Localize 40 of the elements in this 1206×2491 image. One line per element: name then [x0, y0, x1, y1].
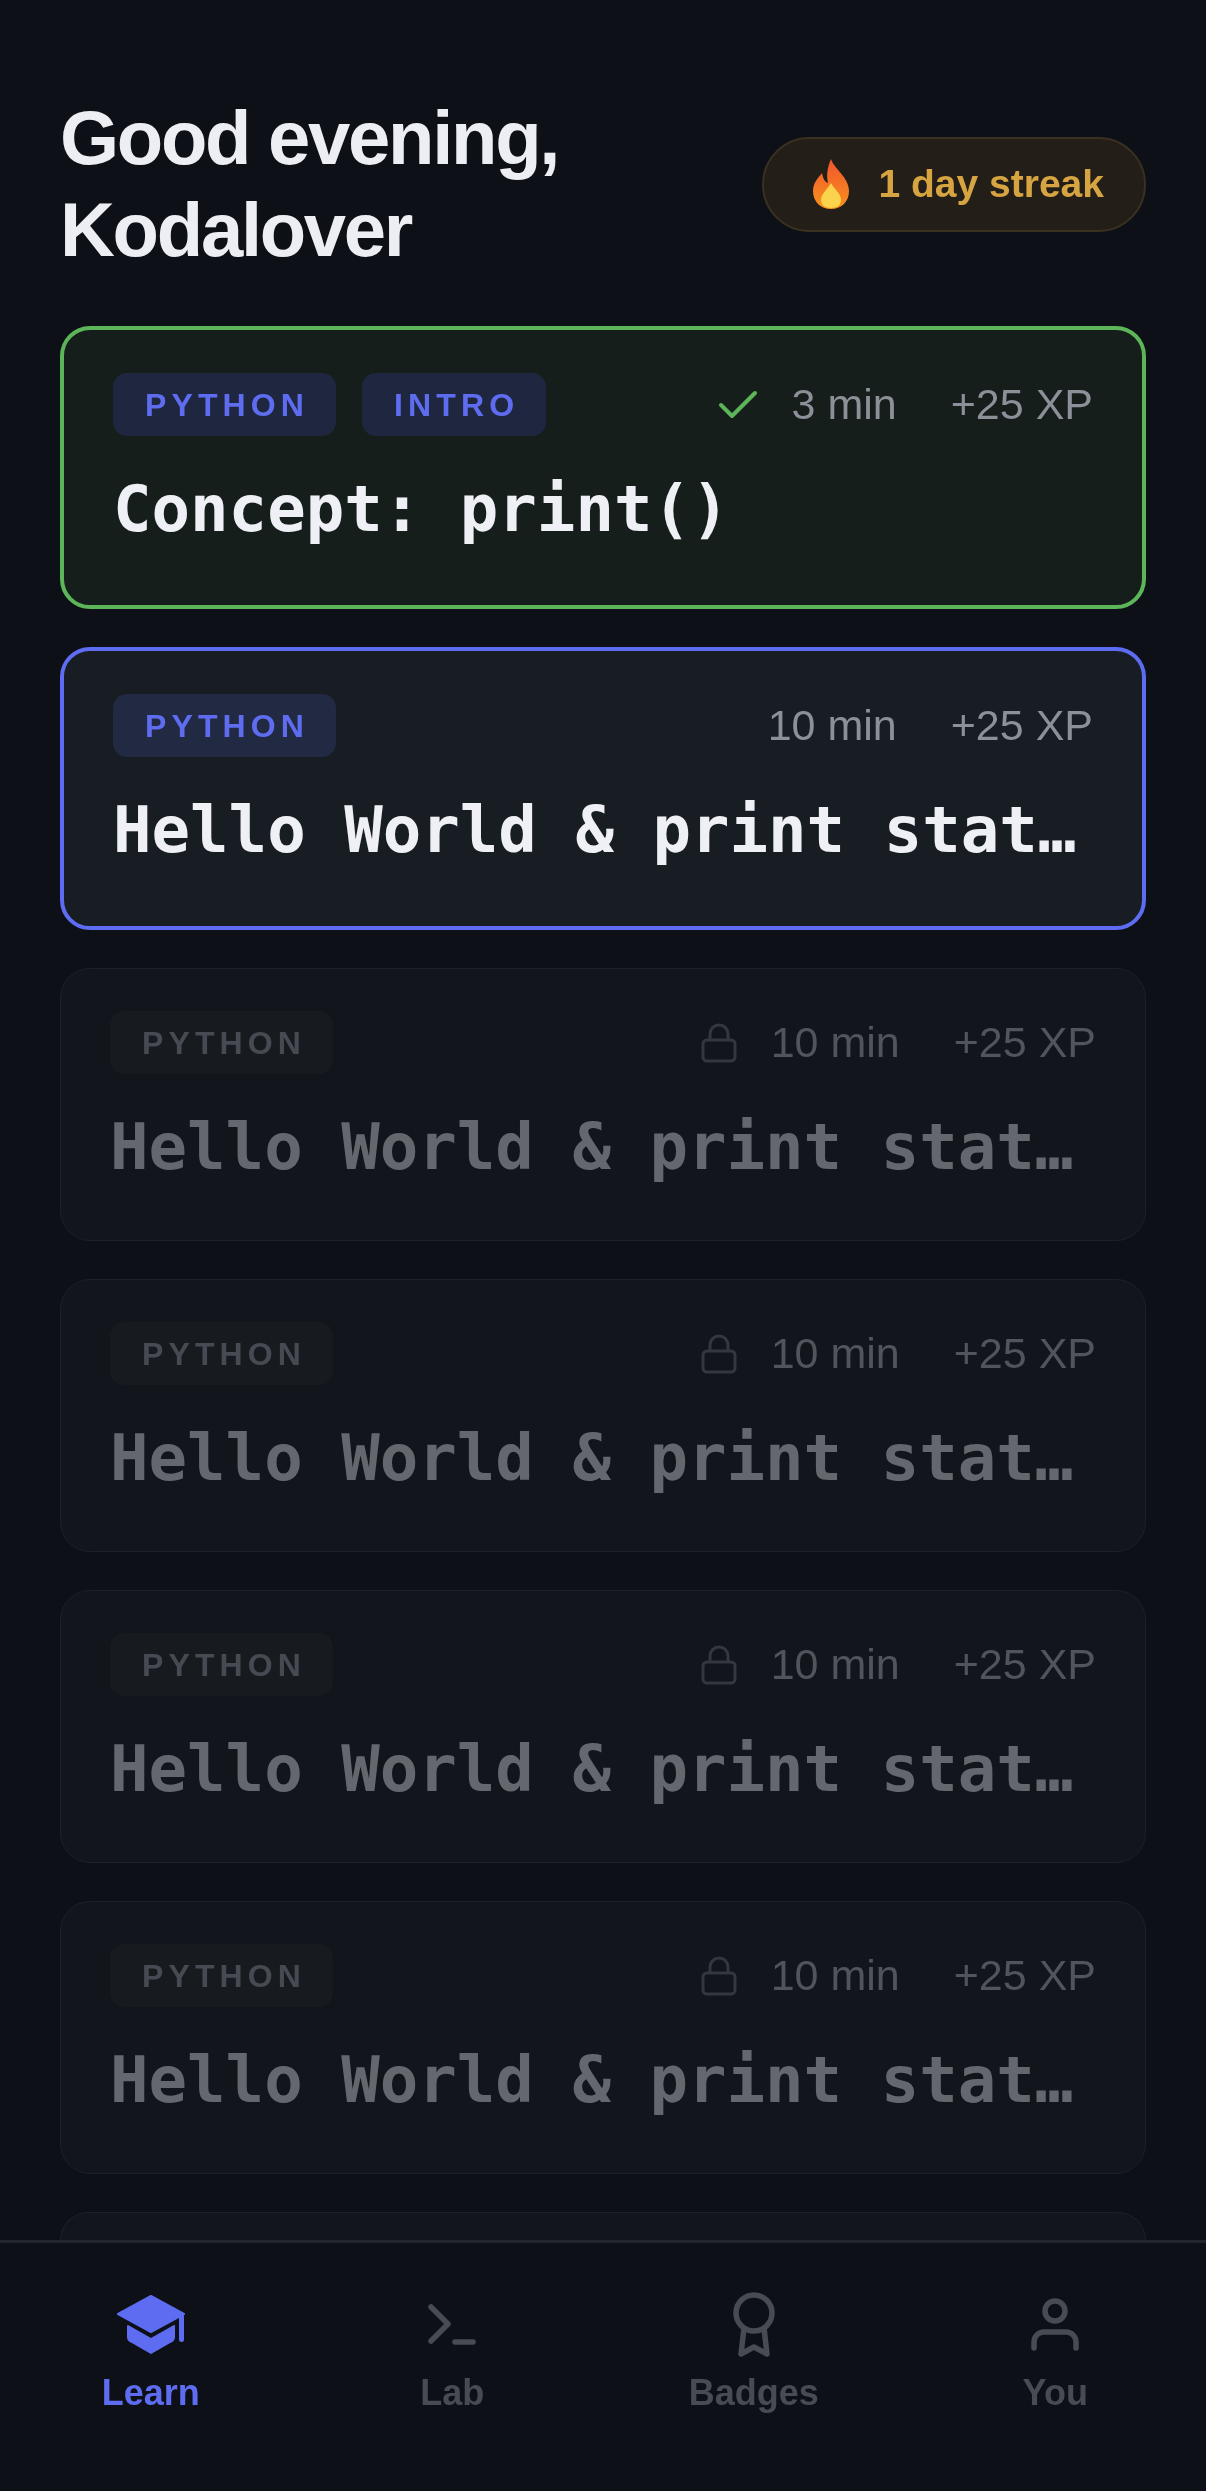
lesson-title: Concept: print(): [113, 471, 731, 548]
duration-text: 10 min: [770, 1950, 900, 2002]
topic-tag: PYTHON: [113, 373, 337, 436]
nav-tab[interactable]: Lab: [420, 2289, 485, 2414]
lesson-title: Hello World & print stat…: [110, 1731, 1075, 1808]
xp-text: +25 XP: [953, 1950, 1096, 2002]
xp-text: +25 XP: [953, 1017, 1096, 1069]
greeting-title: Good evening,: [60, 94, 559, 182]
lesson-title: Hello World & print stat…: [110, 1420, 1075, 1497]
lock-icon: [700, 1333, 737, 1374]
xp-text: +25 XP: [953, 1328, 1096, 1380]
streak-label: 1 day streak: [878, 160, 1104, 207]
duration-text: 10 min: [770, 1017, 900, 1069]
award-ribbon-icon: [730, 2292, 777, 2358]
lock-icon: [700, 1644, 737, 1685]
user-icon: [1030, 2298, 1081, 2352]
greeting-title: Kodalover: [60, 186, 412, 274]
xp-text: +25 XP: [953, 1639, 1096, 1691]
terminal-icon: [427, 2303, 478, 2347]
nav-tab[interactable]: Badges: [688, 2289, 819, 2414]
graduation-cap-icon: [115, 2295, 186, 2355]
lesson-title: Hello World & print stat…: [110, 2042, 1075, 2119]
check-icon: [717, 389, 758, 420]
lock-icon: [700, 1955, 737, 1996]
xp-text: +25 XP: [950, 700, 1093, 752]
duration-text: 10 min: [767, 700, 897, 752]
nav-tab[interactable]: Learn: [101, 2289, 200, 2414]
lock-icon: [700, 1022, 737, 1063]
duration-text: 10 min: [770, 1328, 900, 1380]
duration-text: 10 min: [770, 1639, 900, 1691]
lesson-card[interactable]: PYTHON 10 min +25 XP Hello World & print stat…: [60, 647, 1146, 930]
lesson-card[interactable]: PYTHON INTRO 3 min +25 XP Concept: print(): [60, 326, 1146, 609]
nav-tab[interactable]: You: [1022, 2289, 1088, 2414]
topic-tag: PYTHON: [113, 694, 337, 757]
xp-text: +25 XP: [950, 379, 1093, 431]
streak-pill[interactable]: 1 day streak: [761, 136, 1146, 232]
lesson-title: Hello World & print stat…: [113, 792, 1078, 869]
topic-tag: INTRO: [362, 373, 547, 436]
lesson-title: Hello World & print stat…: [110, 1109, 1075, 1186]
duration-text: 3 min: [791, 379, 897, 431]
